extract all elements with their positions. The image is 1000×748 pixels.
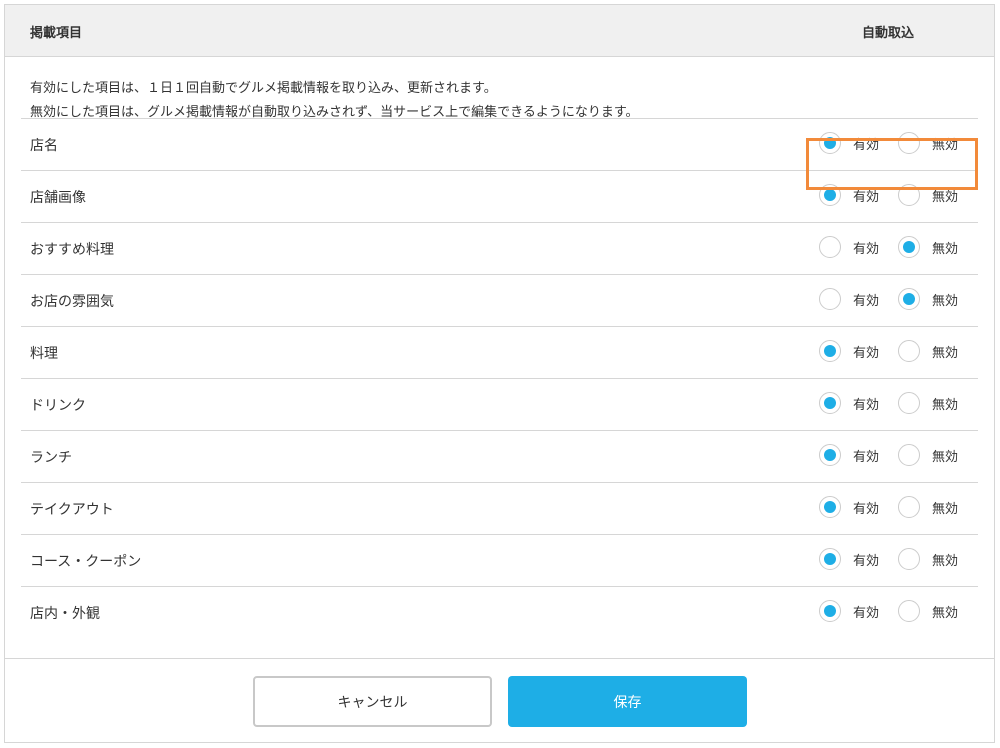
radio-circle-icon	[898, 236, 920, 258]
column-header-item: 掲載項目	[30, 26, 83, 41]
radio-circle-icon	[819, 600, 841, 622]
radio-label: 無効	[932, 553, 959, 569]
radio-circle-icon	[898, 392, 920, 414]
radio-circle-icon	[819, 132, 841, 154]
radio-label: 有効	[853, 501, 880, 517]
radio-label: 無効	[932, 241, 959, 257]
radio-circle-icon	[898, 600, 920, 622]
radio-disable[interactable]: 無効	[898, 288, 958, 310]
radio-enable[interactable]: 有効	[819, 548, 879, 570]
table-row: お店の雰囲気 有効 無効	[21, 275, 978, 327]
radio-label: 有効	[853, 449, 880, 465]
table-row: ドリンク 有効 無効	[21, 379, 978, 431]
item-list: 店名 有効 無効 店舗画像 有効 無効 おすすめ料理 有効 無効 お店の雰囲気 有効 無効 料理 有効 無効…	[21, 119, 978, 639]
radio-disable[interactable]: 無効	[898, 444, 958, 466]
radio-label: 有効	[853, 397, 880, 413]
settings-panel: 掲載項目 自動取込 有効にした項目は、１日１回自動でグルメ掲載情報を取り込み、更…	[4, 4, 995, 743]
column-header-auto-import: 自動取込	[862, 26, 915, 41]
radio-circle-icon	[898, 548, 920, 570]
radio-circle-icon	[898, 340, 920, 362]
radio-label: 無効	[932, 449, 959, 465]
radio-enable[interactable]: 有効	[819, 392, 879, 414]
item-label: ドリンク	[30, 398, 86, 414]
radio-disable[interactable]: 無効	[898, 392, 958, 414]
item-label: ランチ	[30, 450, 72, 466]
radio-enable[interactable]: 有効	[819, 288, 879, 310]
radio-circle-icon	[819, 444, 841, 466]
table-row: コース・クーポン 有効 無効	[21, 535, 978, 587]
radio-label: 有効	[853, 189, 880, 205]
table-row: テイクアウト 有効 無効	[21, 483, 978, 535]
cancel-button[interactable]: キャンセル	[253, 676, 492, 727]
radio-circle-icon	[898, 184, 920, 206]
table-row: 料理 有効 無効	[21, 327, 978, 379]
radio-disable[interactable]: 無効	[898, 340, 958, 362]
radio-enable[interactable]: 有効	[819, 236, 879, 258]
radio-enable[interactable]: 有効	[819, 496, 879, 518]
footer: キャンセル 保存	[5, 658, 994, 742]
radio-circle-icon	[819, 548, 841, 570]
radio-disable[interactable]: 無効	[898, 496, 958, 518]
description: 有効にした項目は、１日１回自動でグルメ掲載情報を取り込み、更新されます。 無効に…	[21, 57, 978, 120]
radio-circle-icon	[898, 288, 920, 310]
item-label: コース・クーポン	[30, 554, 142, 570]
radio-disable[interactable]: 無効	[898, 132, 958, 154]
item-label: お店の雰囲気	[30, 294, 114, 310]
radio-disable[interactable]: 無効	[898, 548, 958, 570]
item-label: おすすめ料理	[30, 242, 114, 258]
radio-circle-icon	[819, 496, 841, 518]
radio-circle-icon	[819, 236, 841, 258]
radio-label: 有効	[853, 293, 880, 309]
radio-circle-icon	[819, 392, 841, 414]
radio-label: 無効	[932, 345, 959, 361]
save-button[interactable]: 保存	[508, 676, 747, 727]
item-label: 店内・外観	[30, 606, 100, 622]
radio-label: 有効	[853, 241, 880, 257]
radio-enable[interactable]: 有効	[819, 132, 879, 154]
radio-disable[interactable]: 無効	[898, 600, 958, 622]
table-row: ランチ 有効 無効	[21, 431, 978, 483]
radio-circle-icon	[819, 288, 841, 310]
radio-label: 有効	[853, 345, 880, 361]
radio-label: 無効	[932, 605, 959, 621]
radio-disable[interactable]: 無効	[898, 184, 958, 206]
radio-label: 有効	[853, 605, 880, 621]
radio-disable[interactable]: 無効	[898, 236, 958, 258]
item-label: 店名	[30, 138, 58, 154]
radio-enable[interactable]: 有効	[819, 444, 879, 466]
table-header: 掲載項目 自動取込	[5, 5, 994, 57]
item-label: 料理	[30, 346, 58, 362]
radio-enable[interactable]: 有効	[819, 184, 879, 206]
radio-label: 有効	[853, 553, 880, 569]
table-row: 店舗画像 有効 無効	[21, 171, 978, 223]
radio-label: 無効	[932, 189, 959, 205]
radio-circle-icon	[898, 444, 920, 466]
item-label: 店舗画像	[30, 190, 86, 206]
radio-label: 無効	[932, 293, 959, 309]
radio-enable[interactable]: 有効	[819, 340, 879, 362]
radio-circle-icon	[819, 340, 841, 362]
item-label: テイクアウト	[30, 502, 114, 518]
radio-label: 無効	[932, 501, 959, 517]
radio-circle-icon	[898, 496, 920, 518]
table-row: おすすめ料理 有効 無効	[21, 223, 978, 275]
radio-label: 無効	[932, 137, 959, 153]
table-row: 店内・外観 有効 無効	[21, 587, 978, 639]
description-line: 有効にした項目は、１日１回自動でグルメ掲載情報を取り込み、更新されます。	[30, 81, 497, 96]
radio-enable[interactable]: 有効	[819, 600, 879, 622]
radio-label: 有効	[853, 137, 880, 153]
radio-circle-icon	[819, 184, 841, 206]
radio-label: 無効	[932, 397, 959, 413]
table-row: 店名 有効 無効	[21, 119, 978, 171]
radio-circle-icon	[898, 132, 920, 154]
